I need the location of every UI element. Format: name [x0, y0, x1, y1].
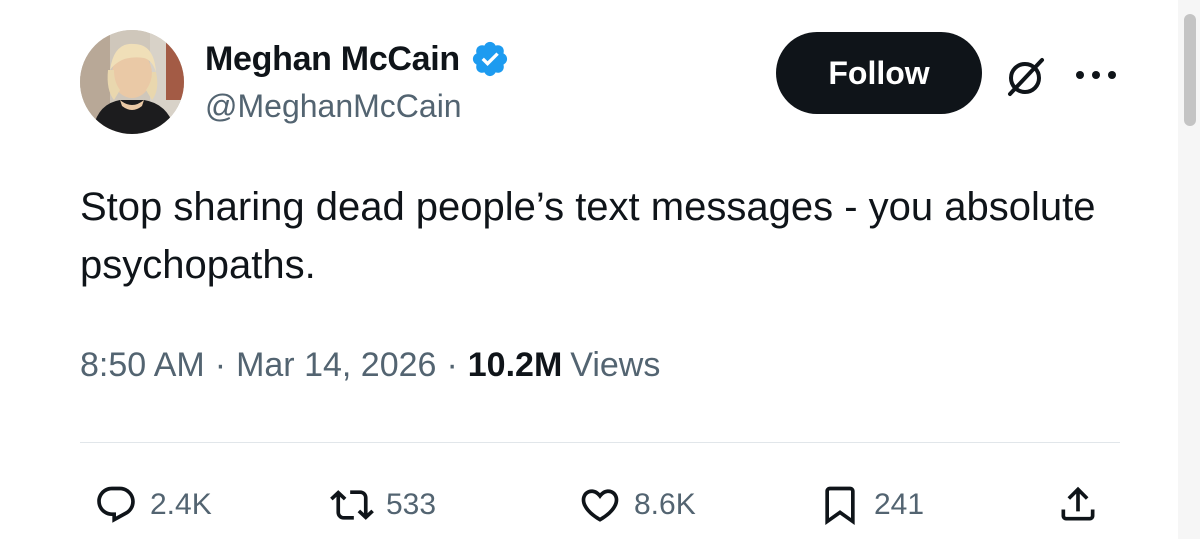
like-count: 8.6K — [634, 488, 696, 521]
author-display-name[interactable]: Meghan McCain — [205, 40, 460, 79]
scrollbar-track[interactable] — [1178, 0, 1200, 539]
meta-separator-2: · — [446, 346, 458, 384]
more-icon[interactable] — [1070, 60, 1122, 90]
repost-icon — [330, 490, 374, 520]
scrollbar-thumb[interactable] — [1184, 14, 1196, 126]
grok-icon[interactable] — [1000, 52, 1050, 102]
reply-button[interactable]: 2.4K — [94, 480, 212, 530]
reply-icon — [97, 486, 135, 523]
views-label[interactable]: Views — [570, 346, 660, 385]
share-icon[interactable] — [1056, 482, 1100, 526]
tweet-text: Stop sharing dead people’s text messages… — [80, 185, 1096, 287]
avatar-image — [80, 30, 184, 134]
views-count[interactable]: 10.2M — [468, 346, 563, 385]
divider — [80, 442, 1120, 443]
verified-badge-icon[interactable] — [470, 39, 510, 79]
like-button[interactable]: 8.6K — [578, 480, 696, 530]
tweet-meta: 8:50 AM · Mar 14, 2026 · 10.2M Views — [80, 346, 660, 385]
repost-count: 533 — [386, 488, 437, 521]
meta-separator: · — [214, 346, 227, 384]
follow-button[interactable]: Follow — [776, 32, 982, 114]
tweet-card: Meghan McCain @MeghanMcCain Follow Stop … — [0, 0, 1200, 539]
tweet-time[interactable]: 8:50 AM — [80, 346, 205, 385]
author-name-row: Meghan McCain — [205, 36, 510, 82]
bookmark-count: 241 — [874, 488, 925, 521]
tweet-date[interactable]: Mar 14, 2026 — [236, 346, 436, 385]
author-handle[interactable]: @MeghanMcCain — [205, 88, 462, 125]
heart-icon — [581, 489, 619, 522]
reply-count: 2.4K — [150, 488, 212, 521]
repost-button[interactable]: 533 — [330, 480, 436, 530]
bookmark-button[interactable]: 241 — [818, 480, 924, 530]
avatar[interactable] — [80, 30, 184, 134]
bookmark-icon — [825, 486, 855, 526]
